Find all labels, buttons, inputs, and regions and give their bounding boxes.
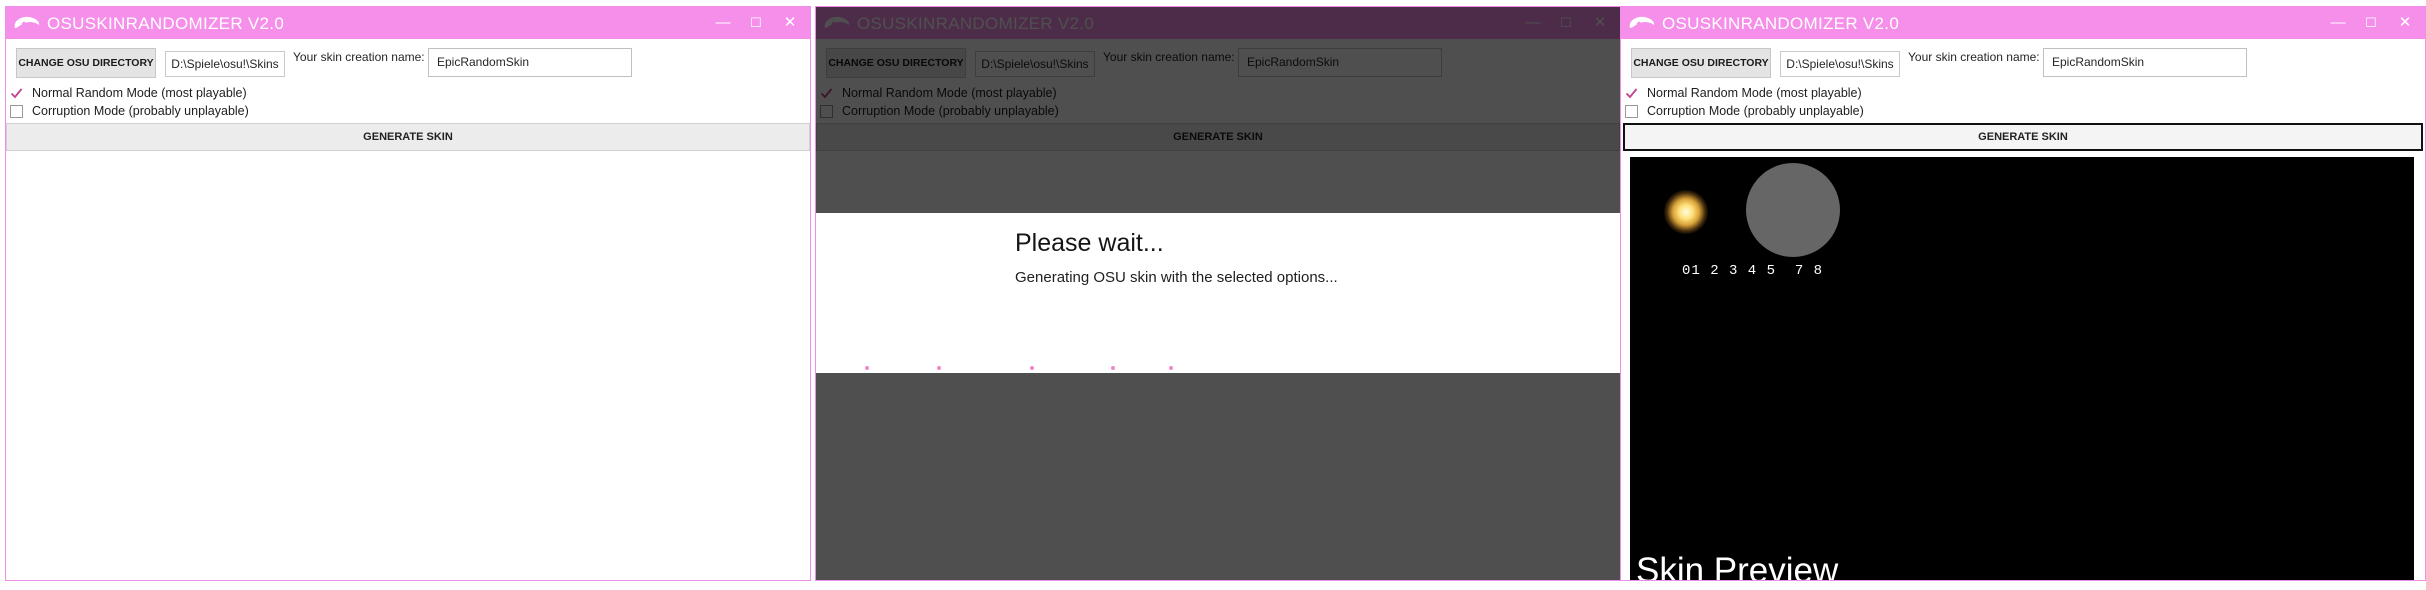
corruption-mode-label: Corruption Mode (probably unplayable) [1647,104,1864,118]
app-window-generating: OSUSKINRANDOMIZER V2.0 — ☐ ✕ CHANGE OSU … [815,6,1621,581]
skins-path-display: D:\Spiele\osu!\Skins [1780,51,1900,77]
checkbox-empty-icon [10,105,23,118]
progress-dot [1111,366,1115,370]
maximize-icon[interactable]: ☐ [744,11,768,35]
minimize-icon[interactable]: — [711,11,735,35]
skin-name-label: Your skin creation name: [293,50,425,64]
skin-preview-panel: 01 2 3 4 5 7 8 Skin Preview [1630,157,2414,581]
checkmark-icon [1625,87,1638,100]
change-osu-directory-button[interactable]: CHANGE OSU DIRECTORY [1631,48,1771,78]
checkmark-icon [10,87,23,100]
app-logo-icon [14,16,40,28]
skins-path-display: D:\Spiele\osu!\Skins [165,51,285,77]
close-icon[interactable]: ✕ [778,11,802,35]
generate-skin-button[interactable]: GENERATE SKIN [6,123,810,151]
window-title: OSUSKINRANDOMIZER V2.0 [47,14,285,33]
app-window-preview: OSUSKINRANDOMIZER V2.0 — ☐ ✕ CHANGE OSU … [1620,6,2426,581]
skin-name-input[interactable]: EpicRandomSkin [2043,48,2247,77]
dialog-title: Please wait... [1015,229,1164,257]
app-window-idle: OSUSKINRANDOMIZER V2.0 — ☐ ✕ CHANGE OSU … [5,6,811,581]
change-osu-directory-button[interactable]: CHANGE OSU DIRECTORY [16,48,156,78]
normal-mode-label: Normal Random Mode (most playable) [32,86,247,100]
close-icon[interactable]: ✕ [2393,11,2417,35]
dialog-message: Generating OSU skin with the selected op… [1015,269,1338,286]
score-digits-preview: 01 2 3 4 5 7 8 [1682,263,1824,279]
progress-dot [865,366,869,370]
hitcircle-preview [1664,190,1708,234]
window-title: OSUSKINRANDOMIZER V2.0 [1662,14,1900,33]
skin-name-input[interactable]: EpicRandomSkin [428,48,632,77]
please-wait-dialog: Please wait... Generating OSU skin with … [816,213,1620,373]
progress-dot [1169,366,1173,370]
corruption-mode-label: Corruption Mode (probably unplayable) [32,104,249,118]
title-bar[interactable]: OSUSKINRANDOMIZER V2.0 — ☐ ✕ [1621,7,2425,39]
minimize-icon[interactable]: — [2326,11,2350,35]
progress-dot [1030,366,1034,370]
app-logo-icon [1629,16,1655,28]
progress-dot [937,366,941,370]
title-bar[interactable]: OSUSKINRANDOMIZER V2.0 — ☐ ✕ [6,7,810,39]
checkbox-empty-icon [1625,105,1638,118]
maximize-icon[interactable]: ☐ [2359,11,2383,35]
skin-preview-label: Skin Preview [1636,551,1839,581]
skin-name-label: Your skin creation name: [1908,50,2040,64]
generate-skin-button[interactable]: GENERATE SKIN [1623,123,2423,151]
approach-circle-preview [1746,163,1840,257]
normal-mode-label: Normal Random Mode (most playable) [1647,86,1862,100]
